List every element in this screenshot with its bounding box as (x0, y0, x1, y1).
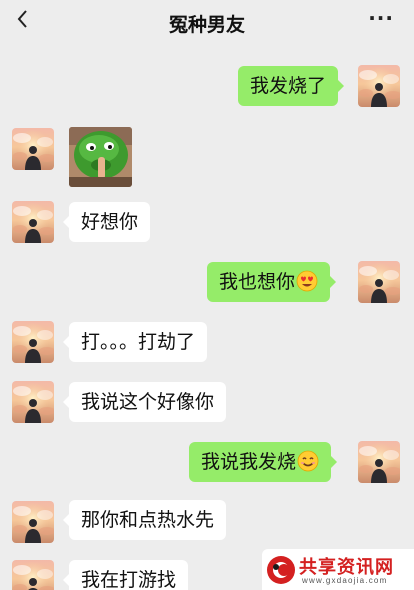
chat-header: 冤种男友 ··· (0, 0, 414, 50)
smile-emoji-icon (297, 450, 319, 472)
my-avatar[interactable] (358, 65, 400, 107)
contact-avatar[interactable] (12, 321, 54, 363)
watermark: 共享资讯网 www.gxdaojia.com (262, 549, 414, 590)
more-options-button[interactable]: ··· (368, 6, 394, 30)
message-bubble-incoming[interactable]: 那你和点热水先 (62, 500, 227, 540)
message-bubble-outgoing[interactable]: 我说我发烧 (189, 442, 338, 482)
message-bubble-outgoing[interactable]: 我发烧了 (238, 66, 345, 106)
watermark-logo-icon (267, 556, 295, 584)
green-mask-sticker[interactable] (69, 127, 132, 187)
contact-avatar[interactable] (12, 381, 54, 423)
message-bubble-incoming[interactable]: 我说这个好像你 (62, 382, 227, 422)
chat-title: 冤种男友 (168, 14, 245, 36)
heart-eyes-emoji-icon (296, 270, 318, 292)
message-text: 我说我发烧 (201, 451, 297, 473)
message-bubble-incoming[interactable]: 好想你 (62, 202, 151, 242)
my-avatar[interactable] (358, 441, 400, 483)
contact-avatar[interactable] (12, 128, 54, 170)
message-bubble-incoming[interactable]: 我在打游找 (62, 560, 189, 590)
message-bubble-outgoing[interactable]: 我也想你 (207, 262, 337, 302)
contact-avatar[interactable] (12, 501, 54, 543)
contact-avatar[interactable] (12, 560, 54, 590)
contact-avatar[interactable] (12, 201, 54, 243)
my-avatar[interactable] (358, 261, 400, 303)
message-bubble-incoming[interactable]: 打。。。打劫了 (62, 322, 208, 362)
message-text: 我也想你 (219, 271, 296, 293)
watermark-url: www.gxdaojia.com (302, 576, 388, 585)
